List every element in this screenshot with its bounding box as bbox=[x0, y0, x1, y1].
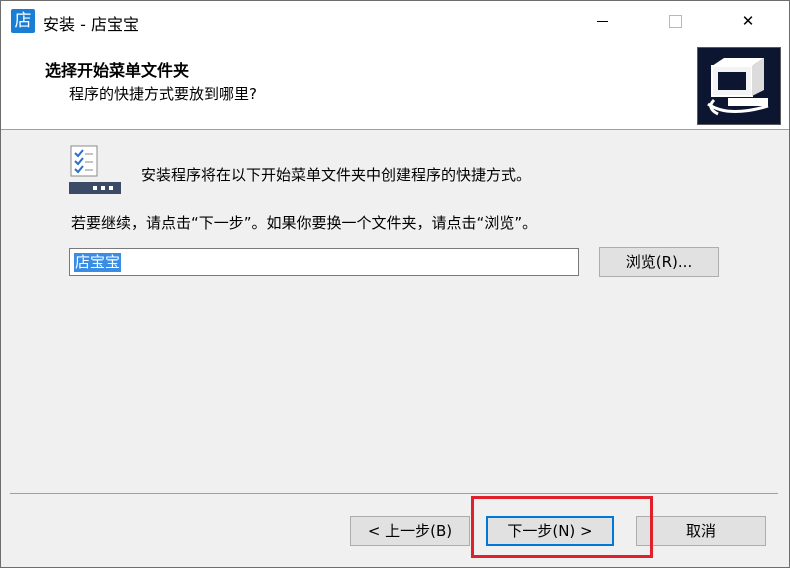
start-menu-folder-icon bbox=[69, 144, 121, 196]
folder-input-value: 店宝宝 bbox=[74, 253, 122, 272]
page-title: 选择开始菜单文件夹 bbox=[45, 61, 190, 80]
title-bar[interactable]: 店 安装 - 店宝宝 ✕ bbox=[1, 1, 789, 41]
installer-window: 店 安装 - 店宝宝 ✕ 选择开始菜单文件夹 程序的快捷方式要放到哪里? 安装程… bbox=[0, 0, 790, 568]
wizard-body: 安装程序将在以下开始菜单文件夹中创建程序的快捷方式。 若要继续，请点击“下一步”… bbox=[1, 130, 789, 494]
footer-divider bbox=[10, 493, 778, 494]
cancel-button[interactable]: 取消 bbox=[636, 516, 766, 546]
back-button[interactable]: < 上一步(B) bbox=[350, 516, 470, 546]
instruction-text: 若要继续，请点击“下一步”。如果你要换一个文件夹，请点击“浏览”。 bbox=[71, 214, 538, 232]
maximize-icon[interactable] bbox=[647, 1, 703, 41]
page-subtitle: 程序的快捷方式要放到哪里? bbox=[69, 85, 257, 103]
installer-computer-icon bbox=[697, 47, 781, 125]
next-button-highlight-box bbox=[471, 496, 653, 558]
wizard-header: 选择开始菜单文件夹 程序的快捷方式要放到哪里? bbox=[1, 41, 789, 130]
browse-button[interactable]: 浏览(R)... bbox=[599, 247, 719, 277]
window-title: 安装 - 店宝宝 bbox=[43, 15, 139, 34]
minimize-icon[interactable] bbox=[574, 1, 630, 41]
close-icon[interactable]: ✕ bbox=[720, 1, 776, 41]
start-menu-folder-input[interactable]: 店宝宝 bbox=[69, 248, 579, 276]
description-text: 安装程序将在以下开始菜单文件夹中创建程序的快捷方式。 bbox=[141, 166, 532, 184]
app-icon: 店 bbox=[11, 9, 35, 33]
